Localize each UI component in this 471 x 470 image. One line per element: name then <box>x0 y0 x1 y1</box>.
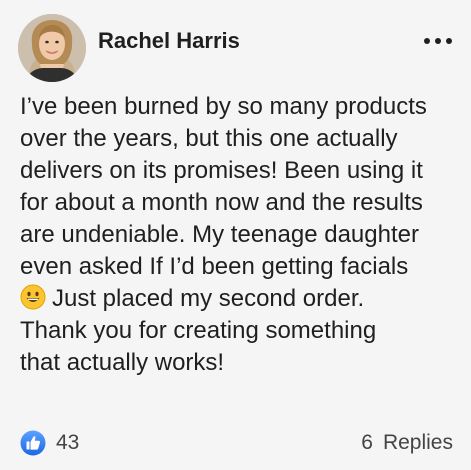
avatar[interactable] <box>18 14 86 82</box>
avatar-photo <box>18 14 86 82</box>
like-count[interactable]: 43 <box>56 431 79 455</box>
author-name[interactable]: Rachel Harris <box>98 28 240 54</box>
dot <box>435 38 441 44</box>
comment-line: even asked If I’d been getting facials <box>20 253 409 280</box>
replies-count: 6 <box>361 431 373 454</box>
more-options-icon[interactable] <box>424 30 452 52</box>
comment-line: for about a month now and the results <box>20 189 423 216</box>
comment-line: delivers on its promises! Been using it <box>20 157 423 184</box>
replies-label: Replies <box>382 431 453 454</box>
comment-line: I’ve been burned by so many products <box>20 93 427 120</box>
comment-line-with-emoji: Just placed my second order. <box>20 283 468 315</box>
comment-line: Thank you for creating something <box>20 317 377 344</box>
comment-card: Rachel Harris I’ve been burned by so man… <box>0 0 471 470</box>
thumbs-up-icon[interactable] <box>20 430 46 456</box>
grinning-face-emoji <box>20 284 46 310</box>
comment-line: are undeniable. My teenage daughter <box>20 221 419 248</box>
comment-line: that actually works! <box>20 349 225 376</box>
comment-line: over the years, but this one actually <box>20 125 398 152</box>
comment-body: I’ve been burned by so many products ove… <box>20 91 468 379</box>
dot <box>424 38 430 44</box>
dot <box>446 38 452 44</box>
comment-footer: 43 6 Replies <box>20 430 453 456</box>
comment-line-text: Just placed my second order. <box>52 285 365 312</box>
replies-link[interactable]: 6 Replies <box>361 431 453 455</box>
